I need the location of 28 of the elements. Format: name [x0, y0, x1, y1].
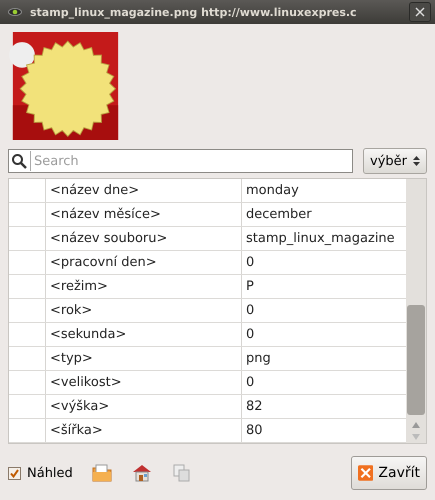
close-icon	[415, 7, 425, 17]
table-cell: <pracovní den>	[45, 251, 241, 274]
scrollbar[interactable]	[406, 179, 426, 443]
table-cell: <název dne>	[45, 179, 241, 202]
window-title: stamp_linux_magazine.png http://www.linuxexpres.c	[30, 6, 358, 18]
search-icon	[11, 153, 27, 169]
home-icon[interactable]	[130, 462, 153, 484]
table-cell: <režim>	[45, 275, 241, 298]
scroll-up-icon[interactable]	[411, 421, 421, 429]
table-cell: <název souboru>	[45, 227, 241, 250]
close-button[interactable]	[409, 2, 431, 22]
table-cell: <rok>	[45, 299, 241, 322]
search-field[interactable]: Search	[8, 149, 353, 173]
checkmark-icon	[10, 468, 19, 478]
select-dropdown[interactable]: výběr	[363, 148, 427, 174]
table-cell: <typ>	[45, 347, 241, 370]
close-button[interactable]: Zavřít	[351, 456, 427, 490]
table-cell: <velikost>	[45, 371, 241, 394]
table-cell: <sekunda>	[45, 323, 241, 346]
table-cell: <název měsíce>	[45, 203, 241, 226]
close-icon	[358, 464, 374, 482]
eye-icon	[8, 8, 22, 16]
scroll-down-icon[interactable]	[411, 433, 421, 441]
table-cell: <výška>	[45, 395, 241, 418]
folder-icon[interactable]	[90, 462, 113, 484]
updown-arrow-icon	[413, 155, 420, 167]
preview-checkbox[interactable]: Náhled	[8, 466, 73, 480]
table-cell: <šířka>	[45, 419, 241, 442]
